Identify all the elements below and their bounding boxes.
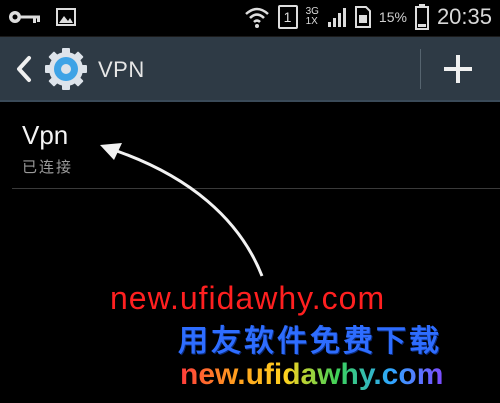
image-icon [56, 8, 76, 26]
wifi-icon [244, 7, 269, 28]
back-chevron-icon[interactable] [14, 55, 34, 83]
vpn-status: 已连接 [22, 158, 74, 176]
battery-percent: 15% [378, 9, 407, 25]
network-type: 3G 1X [306, 7, 319, 27]
battery-icon [414, 4, 429, 30]
signal-icon [327, 8, 346, 27]
action-bar-divider [420, 49, 421, 89]
status-bar-right: 1 3G 1X 15% 20:35 [244, 4, 492, 30]
status-bar-left [8, 8, 76, 26]
settings-gear-icon [45, 48, 87, 90]
watermark-url-rainbow: new.ufidawhy.com [180, 358, 443, 392]
status-bar: 1 3G 1X 15% 20:35 [0, 0, 500, 37]
watermark-chinese: 用友软件免费下载 [178, 324, 442, 359]
page-title: VPN [98, 57, 145, 82]
add-vpn-button[interactable] [436, 47, 480, 91]
clock: 20:35 [436, 4, 492, 29]
network-type-bottom: 1X [305, 16, 318, 27]
list-divider [12, 188, 500, 189]
sim-slot-badge: 1 [277, 5, 298, 29]
list-item[interactable]: Vpn 已连接 [0, 102, 500, 188]
watermark-url-rainbow-text: new.ufidawhy.com [180, 358, 444, 391]
vpn-name: Vpn [22, 120, 69, 150]
watermark-url-red: new.ufidawhy.com [110, 280, 386, 316]
action-bar: VPN [0, 37, 500, 102]
key-icon [9, 11, 40, 23]
sim-card-icon [354, 6, 371, 28]
